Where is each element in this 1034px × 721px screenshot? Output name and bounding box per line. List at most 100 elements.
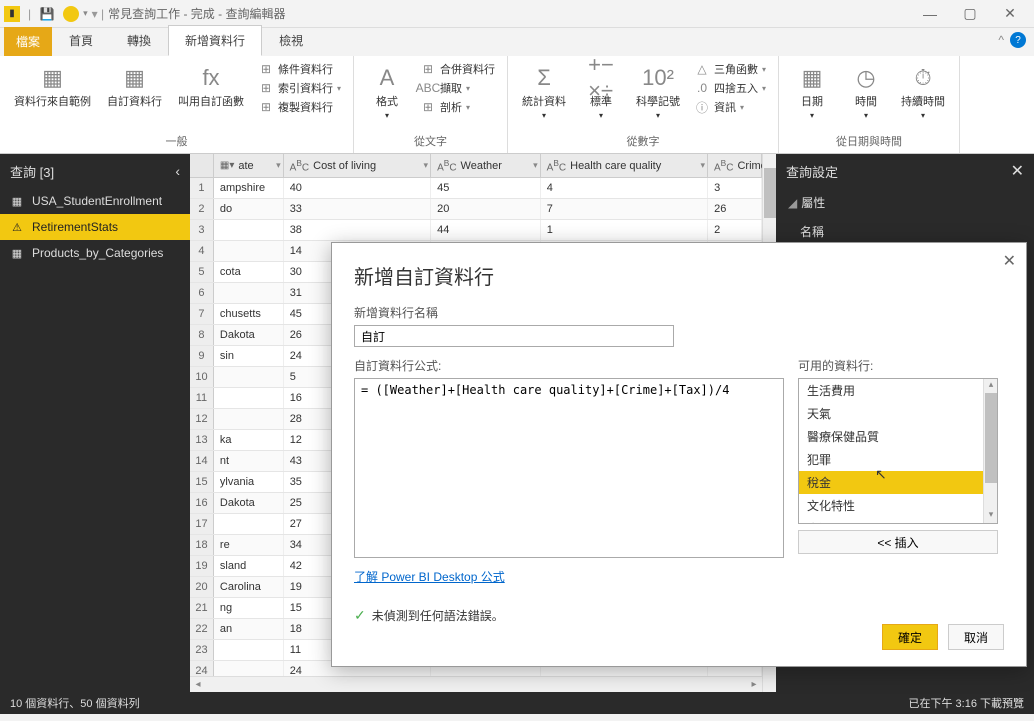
information-button[interactable]: ⓘ資訊▾ (690, 98, 770, 116)
extract-button[interactable]: ABC擷取▾ (416, 79, 499, 97)
scroll-thumb[interactable] (764, 168, 776, 218)
query-item[interactable]: ▦Products_by_Categories (0, 240, 190, 266)
queries-header[interactable]: 查詢 [3]‹ (0, 154, 190, 188)
available-column-item[interactable]: 天氣 (799, 402, 997, 425)
cell[interactable]: 1 (541, 220, 708, 240)
table-row[interactable]: 2do3320726 (190, 199, 762, 220)
format-button[interactable]: A格式▾ (362, 60, 412, 131)
help-icon[interactable]: ? (1010, 32, 1026, 48)
cell[interactable]: sin (214, 346, 284, 366)
available-column-item[interactable]: 稅金 (799, 471, 997, 494)
cell[interactable]: 40 (284, 178, 431, 198)
tab-view[interactable]: 檢視 (262, 25, 320, 56)
tab-file[interactable]: 檔案 (4, 27, 52, 56)
cell[interactable]: Dakota (214, 325, 284, 345)
cell[interactable]: 3 (708, 178, 762, 198)
horizontal-scrollbar[interactable]: ◂▸ (190, 676, 762, 692)
cell[interactable]: Dakota (214, 493, 284, 513)
tab-home[interactable]: 首頁 (52, 25, 110, 56)
tab-transform[interactable]: 轉換 (110, 25, 168, 56)
save-icon[interactable]: 💾 (39, 6, 55, 22)
column-header[interactable]: ABCCrime (708, 154, 762, 177)
query-item[interactable]: ▦USA_StudentEnrollment (0, 188, 190, 214)
cell[interactable]: 44 (431, 220, 541, 240)
conditional-column-button[interactable]: ⊞條件資料行 (254, 60, 345, 78)
merge-columns-button[interactable]: ⊞合併資料行 (416, 60, 499, 78)
cell[interactable]: an (214, 619, 284, 639)
cell[interactable]: ylvania (214, 472, 284, 492)
available-column-item[interactable]: 醫療保健品質 (799, 425, 997, 448)
cell[interactable] (214, 283, 284, 303)
cell[interactable]: 4 (541, 178, 708, 198)
table-row[interactable]: 3384412 (190, 220, 762, 241)
column-from-examples-button[interactable]: ▦資料行來自範例 (8, 60, 97, 131)
cell[interactable]: 26 (708, 199, 762, 219)
custom-column-button[interactable]: ▦自訂資料行 (101, 60, 168, 131)
maximize-button[interactable]: ▢ (950, 0, 990, 28)
close-icon[interactable]: ✕ (1011, 161, 1024, 181)
cell[interactable] (214, 367, 284, 387)
cell[interactable]: ng (214, 598, 284, 618)
cell[interactable] (214, 661, 284, 676)
query-item[interactable]: ⚠RetirementStats (0, 214, 190, 240)
invoke-function-button[interactable]: fx叫用自訂函數 (172, 60, 250, 131)
learn-link[interactable]: 了解 Power BI Desktop 公式 (354, 568, 784, 585)
duplicate-column-button[interactable]: ⊞複製資料行 (254, 98, 345, 116)
chevron-left-icon[interactable]: ‹ (175, 163, 180, 179)
cell[interactable]: 7 (541, 199, 708, 219)
standard-button[interactable]: +−×÷標準▾ (576, 60, 626, 131)
close-button[interactable]: ✕ (990, 0, 1030, 28)
cell[interactable]: 38 (284, 220, 431, 240)
column-header[interactable]: ABCWeather▾ (431, 154, 541, 177)
cell[interactable] (214, 640, 284, 660)
collapse-ribbon-icon[interactable]: ^ (998, 33, 1004, 47)
available-column-item[interactable]: 犯罪 (799, 448, 997, 471)
cell[interactable] (214, 220, 284, 240)
scientific-button[interactable]: 10²科學記號▾ (630, 60, 686, 131)
scroll-thumb[interactable] (985, 393, 997, 483)
cell[interactable]: 20 (431, 199, 541, 219)
formula-textarea[interactable] (354, 378, 784, 558)
column-header[interactable]: ▦▾ate▾ (214, 154, 284, 177)
cancel-button[interactable]: 取消 (948, 624, 1004, 650)
cell[interactable] (214, 409, 284, 429)
cell[interactable]: sland (214, 556, 284, 576)
cell[interactable] (214, 241, 284, 261)
cell[interactable]: 2 (708, 220, 762, 240)
rounding-button[interactable]: .0四捨五入▾ (690, 79, 770, 97)
cell[interactable]: ampshire (214, 178, 284, 198)
time-button[interactable]: ◷時間▾ (841, 60, 891, 131)
cell[interactable]: re (214, 535, 284, 555)
parse-button[interactable]: ⊞剖析▾ (416, 98, 499, 116)
properties-section[interactable]: ◢屬性 (776, 188, 1034, 217)
available-columns-list[interactable]: 生活費用天氣醫療保健品質犯罪稅金文化特性資深 ▴ ▾ (798, 378, 998, 524)
statistics-button[interactable]: Σ統計資料▾ (516, 60, 572, 131)
cell[interactable] (214, 514, 284, 534)
duration-button[interactable]: ⏱持續時間▾ (895, 60, 951, 131)
column-name-input[interactable] (354, 325, 674, 347)
column-header[interactable]: ABCCost of living▾ (284, 154, 431, 177)
list-scrollbar[interactable]: ▴ ▾ (983, 379, 997, 523)
date-button[interactable]: ▦日期▾ (787, 60, 837, 131)
available-column-item[interactable]: 文化特性 (799, 494, 997, 517)
dialog-close-button[interactable]: ✕ (1003, 251, 1016, 271)
cell[interactable]: do (214, 199, 284, 219)
insert-button[interactable]: << 插入 (798, 530, 998, 554)
available-column-item[interactable]: 資深 (799, 517, 997, 524)
index-column-button[interactable]: ⊞索引資料行▾ (254, 79, 345, 97)
cell[interactable]: nt (214, 451, 284, 471)
trig-button[interactable]: △三角函數▾ (690, 60, 770, 78)
ok-button[interactable]: 確定 (882, 624, 938, 650)
table-row[interactable]: 1ampshire404543 (190, 178, 762, 199)
cell[interactable]: ka (214, 430, 284, 450)
column-header[interactable]: ABCHealth care quality▾ (541, 154, 708, 177)
cell[interactable]: Carolina (214, 577, 284, 597)
available-column-item[interactable]: 生活費用 (799, 379, 997, 402)
cell[interactable]: 45 (431, 178, 541, 198)
feedback-icon[interactable] (63, 6, 79, 22)
tab-add-column[interactable]: 新增資料行 (168, 25, 262, 56)
cell[interactable]: cota (214, 262, 284, 282)
minimize-button[interactable]: — (910, 0, 950, 28)
cell[interactable]: 33 (284, 199, 431, 219)
cell[interactable]: chusetts (214, 304, 284, 324)
